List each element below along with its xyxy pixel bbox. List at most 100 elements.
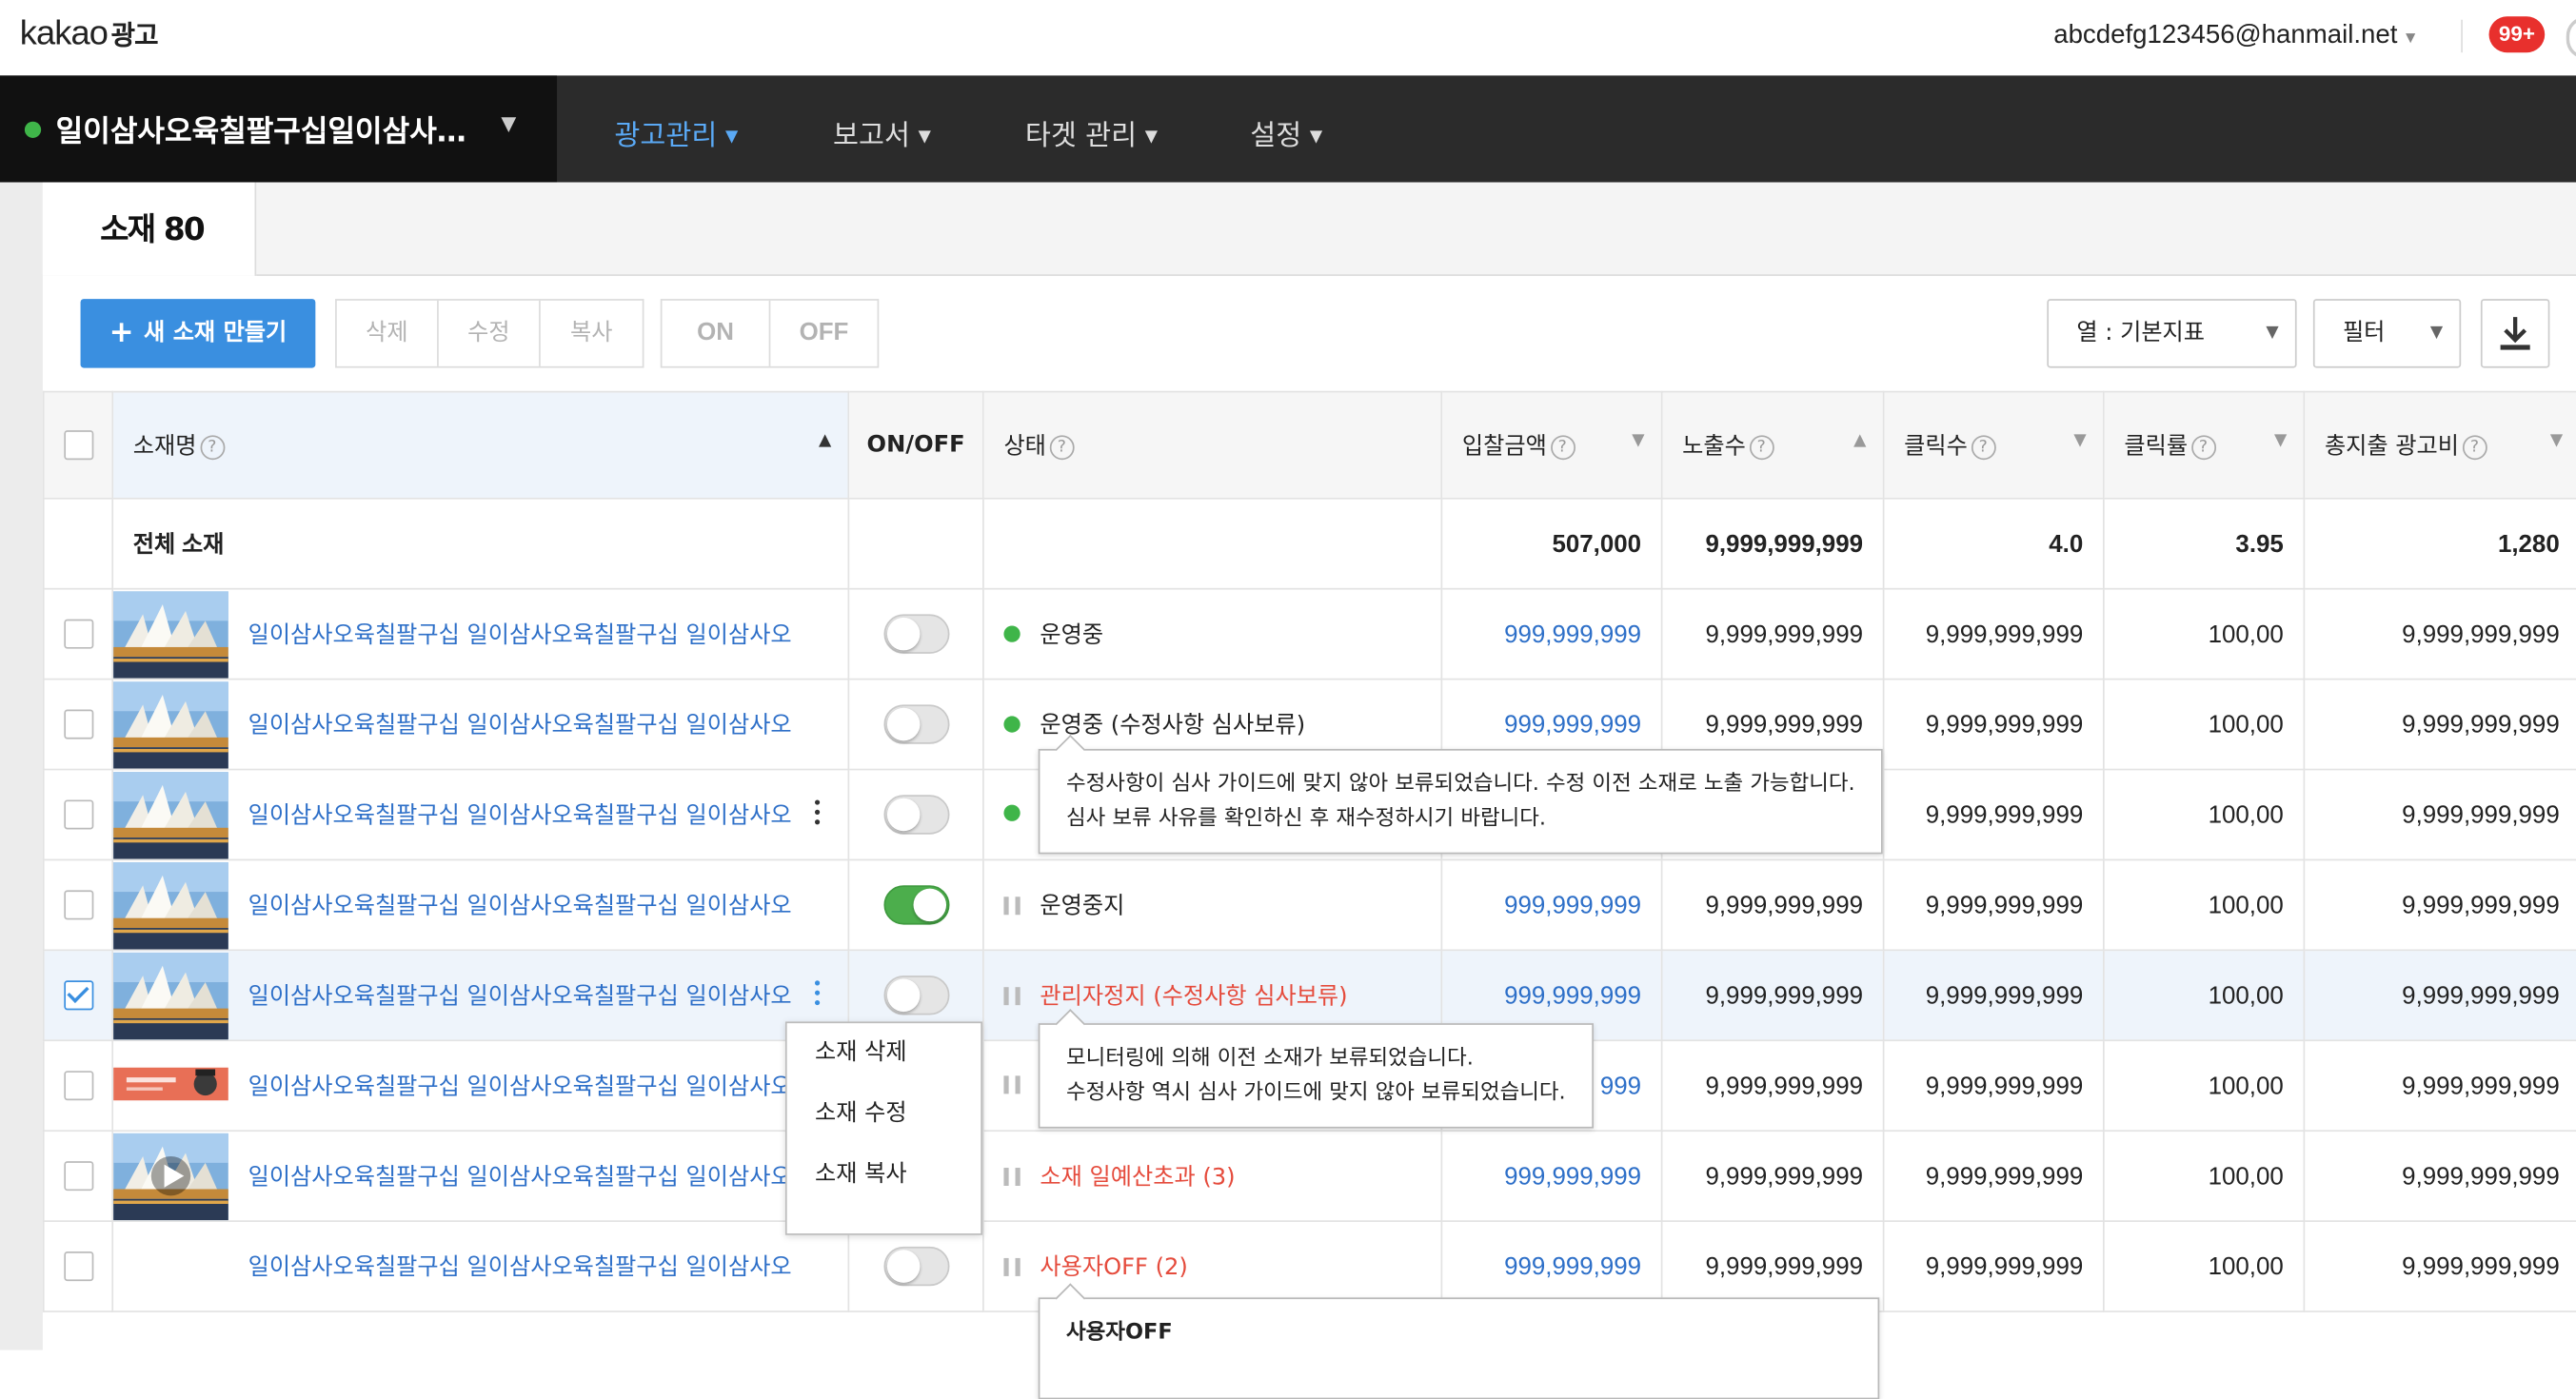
row-checkbox[interactable] <box>63 799 93 830</box>
row-select[interactable] <box>42 949 114 1042</box>
header-clicks[interactable]: 클릭수? ▼ <box>1882 390 2105 500</box>
sort-asc-icon[interactable]: ▲ <box>819 432 831 450</box>
help-icon[interactable]: ? <box>1550 435 1575 461</box>
header-label: 총지출 광고비 <box>2324 433 2460 461</box>
header-ctr[interactable]: 클릭률? ▼ <box>2102 390 2306 500</box>
copy-button[interactable]: 복사 <box>541 301 643 366</box>
row-select[interactable] <box>42 1039 114 1133</box>
kakao-logo[interactable]: kakao 광고 <box>19 13 159 54</box>
help-icon[interactable]: ? <box>1749 435 1774 461</box>
columns-select[interactable]: 열 : 기본지표 ▼ <box>2047 299 2297 368</box>
on-button[interactable]: ON <box>662 300 771 366</box>
creative-name-link[interactable]: 일이삼사오육칠팔구십 일이삼사오육칠팔구십 일이삼사오 <box>248 1159 792 1192</box>
row-checkbox[interactable] <box>63 1161 93 1192</box>
table-row[interactable]: 일이삼사오육칠팔구십 일이삼사오육칠팔구십 일이삼사오 소재 일예산초과 (3) 9… <box>42 1130 2576 1222</box>
onoff-toggle[interactable] <box>882 614 949 654</box>
more-options-icon[interactable] <box>814 799 822 829</box>
select-all-checkbox[interactable] <box>63 430 93 461</box>
help-icon[interactable]: ? <box>1971 435 1996 461</box>
help-icon[interactable]: ? <box>2190 435 2216 461</box>
edit-button[interactable]: 수정 <box>439 300 541 366</box>
user-menu[interactable]: abcdefg123456@hanmail.net ▼ <box>2053 21 2418 50</box>
more-options-icon[interactable] <box>814 980 822 1010</box>
onoff-toggle[interactable] <box>882 795 949 835</box>
help-icon[interactable]: ? <box>2462 435 2487 461</box>
creative-name-cell: 일이삼사오육칠팔구십 일이삼사오육칠팔구십 일이삼사오 <box>111 768 850 861</box>
bid-cell[interactable]: 999,999,999 <box>1440 858 1663 952</box>
bid-cell[interactable]: 999,999,999 <box>1440 587 1663 680</box>
delete-button[interactable]: 삭제 <box>337 300 439 366</box>
header-select-all[interactable] <box>42 390 114 500</box>
header-bid[interactable]: 입찰금액? ▼ <box>1440 390 1663 500</box>
opera-house-thumbnail <box>113 862 228 949</box>
sort-icon[interactable]: ▼ <box>1632 432 1644 450</box>
creative-name-link[interactable]: 일이삼사오육칠팔구십 일이삼사오육칠팔구십 일이삼사오 <box>248 1069 792 1102</box>
row-checkbox[interactable] <box>63 890 93 920</box>
creative-name-link[interactable]: 일이삼사오육칠팔구십 일이삼사오육칠팔구십 일이삼사오 <box>248 889 792 922</box>
filter-select[interactable]: 필터 ▼ <box>2312 299 2462 368</box>
header-impressions[interactable]: 노출수? ▲ <box>1660 390 1885 500</box>
new-creative-button[interactable]: + 새 소재 만들기 <box>80 299 316 368</box>
bid-cell[interactable]: 999,999,999 <box>1440 1130 1663 1222</box>
nav-target-management[interactable]: 타겟 관리 ▼ <box>1025 111 1158 153</box>
onoff-cell <box>847 678 984 771</box>
download-button[interactable] <box>2480 299 2550 368</box>
pause-icon <box>1003 897 1020 916</box>
help-icon[interactable]: ? <box>1049 435 1075 461</box>
onoff-toggle[interactable] <box>882 885 949 925</box>
creative-name-link[interactable]: 일이삼사오육칠팔구십 일이삼사오육칠팔구십 일이삼사오 <box>248 708 792 741</box>
creative-name-link[interactable]: 일이삼사오육칠팔구십 일이삼사오육칠팔구십 일이삼사오 <box>248 618 792 651</box>
row-select[interactable] <box>42 858 114 952</box>
onoff-toggle[interactable] <box>882 704 949 744</box>
row-select[interactable] <box>42 678 114 771</box>
sort-icon[interactable]: ▲ <box>1853 432 1866 450</box>
row-checkbox[interactable] <box>63 980 93 1011</box>
row-checkbox[interactable] <box>63 1251 93 1282</box>
nav-ad-management[interactable]: 광고관리 ▼ <box>614 111 738 153</box>
row-checkbox[interactable] <box>63 619 93 649</box>
off-button[interactable]: OFF <box>770 301 877 366</box>
user-off-tooltip: 사용자OFF <box>1038 1283 1880 1399</box>
total-spacer <box>982 497 1443 590</box>
context-copy[interactable]: 소재 복사 <box>787 1145 981 1206</box>
settings-icon[interactable] <box>2566 16 2576 60</box>
context-edit[interactable]: 소재 수정 <box>787 1084 981 1145</box>
onoff-toggle[interactable] <box>882 1246 949 1287</box>
table-row[interactable]: 일이삼사오육칠팔구십 일이삼사오육칠팔구십 일이삼사오 운영중지 999,999,9… <box>42 858 2576 952</box>
row-select[interactable] <box>42 768 114 861</box>
status-cell: 운영중 <box>982 587 1443 680</box>
header-label: 클릭률 <box>2124 433 2189 461</box>
header-name[interactable]: 소재명? ▲ <box>111 390 850 500</box>
creative-name-link[interactable]: 일이삼사오육칠팔구십 일이삼사오육칠팔구십 일이삼사오 <box>248 979 792 1013</box>
account-selector[interactable]: 일이삼사오육칠팔구십일이삼사오육칠팔구십 ▼ <box>0 75 558 183</box>
pause-icon <box>1003 987 1020 1006</box>
nav-reports[interactable]: 보고서 ▼ <box>832 111 931 153</box>
sort-icon[interactable]: ▼ <box>2550 432 2563 450</box>
nav-settings[interactable]: 설정 ▼ <box>1250 111 1322 153</box>
tab-creatives[interactable]: 소재 80 <box>42 182 257 276</box>
table-row[interactable]: 일이삼사오육칠팔구십 일이삼사오육칠팔구십 일이삼사오 운영중 999,999,99… <box>42 587 2576 680</box>
caret-down-icon: ▼ <box>2429 323 2444 342</box>
creative-name-link[interactable]: 일이삼사오육칠팔구십 일이삼사오육칠팔구십 일이삼사오 <box>248 798 792 832</box>
tooltip-line: 수정사항 역시 심사 가이드에 맞지 않아 보류되었습니다. <box>1066 1080 1566 1106</box>
top-bar: kakao 광고 abcdefg123456@hanmail.net ▼ 99+ <box>0 0 2576 76</box>
row-checkbox[interactable] <box>63 1071 93 1101</box>
ctr-cell: 100,00 <box>2102 1130 2306 1222</box>
nav-label: 보고서 <box>832 119 910 153</box>
creative-name-link[interactable]: 일이삼사오육칠팔구십 일이삼사오육칠팔구십 일이삼사오 <box>248 1250 792 1283</box>
row-select[interactable] <box>42 1220 114 1312</box>
ctr-cell: 100,00 <box>2102 858 2306 952</box>
sort-icon[interactable]: ▼ <box>2274 432 2287 450</box>
row-select[interactable] <box>42 587 114 680</box>
header-spend[interactable]: 총지출 광고비? ▼ <box>2303 390 2576 500</box>
opera-house-thumbnail <box>113 591 228 678</box>
monitoring-tooltip: 모니터링에 의해 이전 소재가 보류되었습니다. 수정사항 역시 심사 가이드에… <box>1038 1009 1595 1129</box>
logo-text: kakao <box>19 14 109 53</box>
notification-badge[interactable]: 99+ <box>2488 16 2546 53</box>
context-delete[interactable]: 소재 삭제 <box>787 1023 981 1084</box>
help-icon[interactable]: ? <box>199 435 225 461</box>
row-checkbox[interactable] <box>63 709 93 739</box>
sort-icon[interactable]: ▼ <box>2073 432 2086 450</box>
row-select[interactable] <box>42 1130 114 1222</box>
onoff-toggle[interactable] <box>882 975 949 1015</box>
